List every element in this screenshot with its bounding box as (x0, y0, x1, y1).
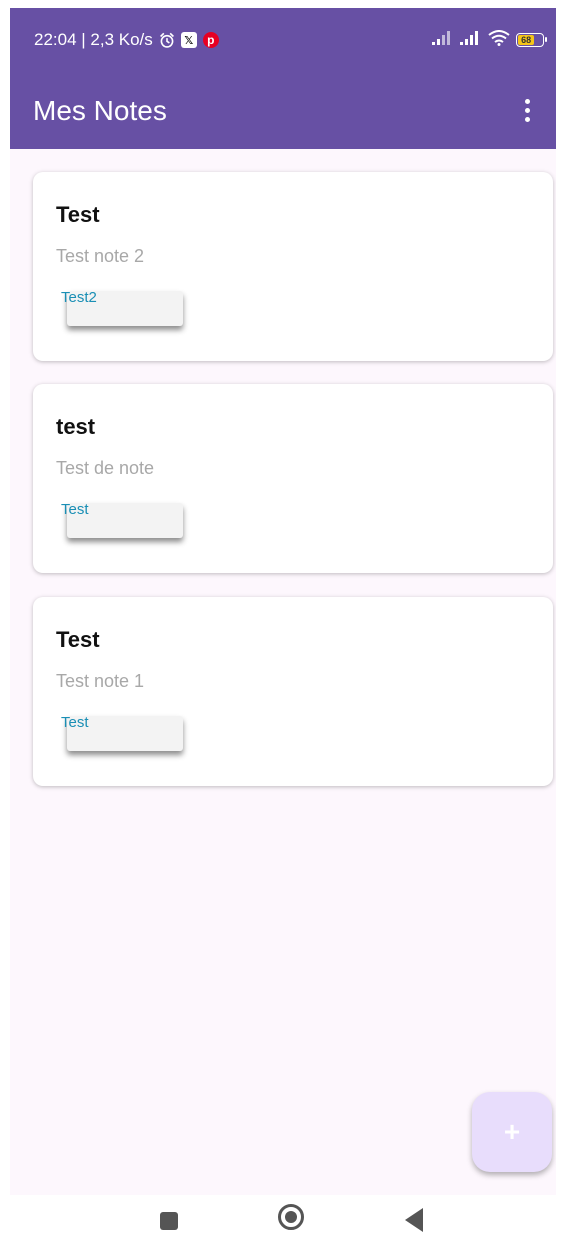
app-bar: 22:04 | 2,3 Ko/s 𝕏 p 68 Mes Notes (10, 8, 556, 149)
note-tag[interactable]: Test (61, 501, 183, 538)
note-title: Test (56, 627, 100, 652)
status-time: 22:04 | 2,3 Ko/s (34, 30, 153, 49)
note-tag-label: Test (61, 501, 89, 518)
note-content: Test de note (56, 458, 155, 478)
back-button[interactable] (405, 1208, 423, 1232)
battery-icon: 68 (516, 33, 547, 47)
pinterest-icon: p (202, 32, 219, 48)
note-tag-label: Test2 (61, 289, 97, 306)
app-screen: 22:04 | 2,3 Ko/s 𝕏 p 68 Mes Notes Test T… (10, 8, 556, 1195)
add-note-button[interactable]: + (472, 1092, 552, 1172)
toolbar: Mes Notes (10, 72, 556, 149)
more-vert-icon[interactable] (512, 91, 542, 131)
battery-level: 68 (518, 35, 535, 45)
signal-icon (460, 30, 482, 50)
page-title: Mes Notes (33, 94, 167, 126)
note-tag[interactable]: Test2 (61, 289, 183, 326)
signal-icon (432, 30, 454, 50)
recents-button[interactable] (160, 1212, 178, 1230)
note-tag-label: Test (61, 714, 89, 731)
note-card[interactable]: Test Test note 1 Test (33, 597, 553, 786)
wifi-icon (488, 29, 510, 51)
note-card[interactable]: test Test de note Test (33, 384, 553, 573)
note-content: Test note 2 (56, 246, 145, 266)
status-bar: 22:04 | 2,3 Ko/s 𝕏 p 68 (10, 8, 556, 72)
system-nav-bar (0, 1195, 566, 1240)
add-icon: + (503, 1116, 521, 1147)
x-app-icon: 𝕏 (180, 32, 197, 48)
home-button[interactable] (278, 1204, 304, 1230)
note-title: test (56, 414, 96, 439)
alarm-icon (159, 32, 175, 48)
note-content: Test note 1 (56, 671, 145, 691)
note-title: Test (56, 202, 100, 227)
note-card[interactable]: Test Test note 2 Test2 (33, 172, 553, 361)
note-tag[interactable]: Test (61, 714, 183, 751)
